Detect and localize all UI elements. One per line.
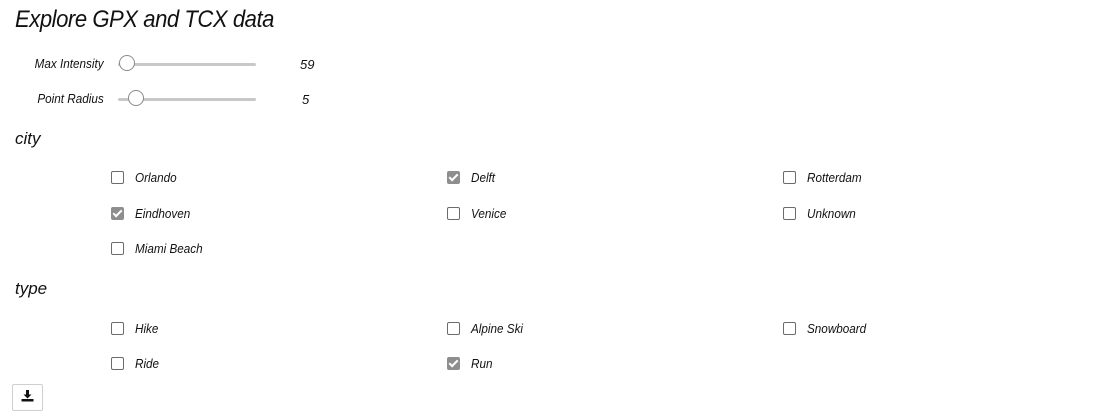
city-label-rotterdam: Rotterdam: [807, 169, 862, 185]
max-intensity-thumb[interactable]: [119, 55, 135, 71]
city-checkbox-delft[interactable]: [447, 170, 460, 184]
max-intensity-label: Max Intensity: [35, 56, 104, 71]
type-option-snowboard[interactable]: Snowboard: [783, 319, 873, 337]
city-checkbox-miami-beach[interactable]: [111, 241, 124, 255]
type-checkbox-snowboard[interactable]: [783, 321, 796, 335]
city-label-venice: Venice: [471, 205, 507, 221]
type-checkbox-alpine-ski[interactable]: [447, 321, 460, 335]
point-radius-thumb[interactable]: [128, 90, 145, 106]
city-label-delft: Delft: [471, 169, 496, 185]
app-page: Explore GPX and TCX data Max Intensity 5…: [0, 0, 1101, 420]
download-icon: [21, 389, 34, 407]
city-label-orlando: Orlando: [135, 169, 177, 185]
download-button[interactable]: [12, 384, 43, 411]
city-checkbox-rotterdam[interactable]: [783, 170, 796, 184]
point-radius-label: Point Radius: [37, 91, 104, 106]
type-option-hike[interactable]: Hike: [111, 319, 161, 337]
city-checkbox-eindhoven[interactable]: [111, 206, 124, 220]
type-label-snowboard: Snowboard: [807, 320, 867, 336]
type-label-hike: Hike: [135, 320, 159, 336]
type-option-ride[interactable]: Ride: [111, 354, 162, 372]
type-heading: type: [15, 279, 48, 298]
city-option-orlando[interactable]: Orlando: [111, 168, 181, 186]
city-label-miami-beach: Miami Beach: [135, 240, 203, 256]
type-checkbox-run[interactable]: [447, 356, 460, 370]
page-title: Explore GPX and TCX data: [15, 6, 274, 33]
city-checkbox-unknown[interactable]: [783, 206, 796, 220]
type-option-run[interactable]: Run: [447, 354, 495, 372]
type-checkbox-ride[interactable]: [111, 356, 124, 370]
city-checkbox-venice[interactable]: [447, 206, 460, 220]
city-option-eindhoven[interactable]: Eindhoven: [111, 204, 196, 222]
city-heading: city: [15, 129, 41, 148]
type-label-ride: Ride: [135, 355, 160, 371]
city-label-unknown: Unknown: [807, 205, 856, 221]
city-option-miami-beach[interactable]: Miami Beach: [111, 239, 210, 257]
max-intensity-slider-row: Max Intensity 59: [0, 53, 340, 75]
max-intensity-value: 59: [300, 57, 315, 72]
city-option-rotterdam[interactable]: Rotterdam: [783, 168, 868, 186]
type-option-alpine-ski[interactable]: Alpine Ski: [447, 319, 529, 337]
city-label-eindhoven: Eindhoven: [135, 205, 191, 221]
city-checkbox-orlando[interactable]: [111, 170, 124, 184]
city-option-delft[interactable]: Delft: [447, 168, 498, 186]
city-option-unknown[interactable]: Unknown: [783, 204, 861, 222]
type-label-run: Run: [471, 355, 493, 371]
max-intensity-track[interactable]: [118, 63, 256, 66]
city-option-venice[interactable]: Venice: [447, 204, 510, 222]
point-radius-slider-row: Point Radius 5: [0, 88, 340, 110]
type-checkbox-hike[interactable]: [111, 321, 124, 335]
point-radius-value: 5: [302, 92, 310, 107]
type-label-alpine-ski: Alpine Ski: [471, 320, 524, 336]
